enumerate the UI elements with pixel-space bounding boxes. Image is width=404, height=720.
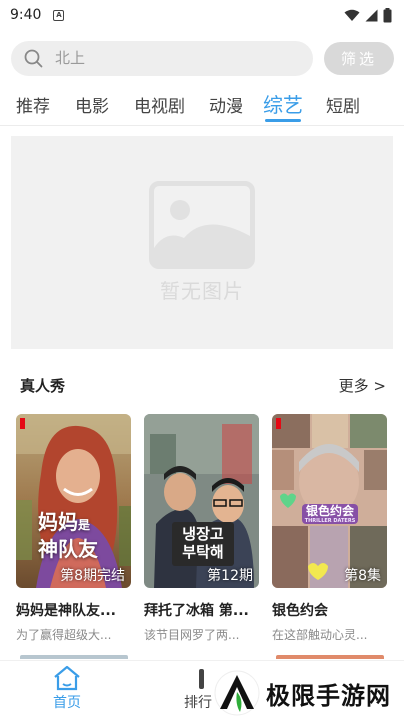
banner-placeholder-text: 暂无图片 xyxy=(160,279,244,303)
search-input[interactable] xyxy=(55,49,275,67)
image-placeholder-icon xyxy=(149,181,255,269)
content-card[interactable]: 냉장고 부탁해 第12期 拜托了冰箱 第... 该节目网罗了两... xyxy=(144,414,259,643)
more-link[interactable]: 更多 > xyxy=(339,375,386,396)
category-tabs: 推荐 电影 电视剧 动漫 综艺 短剧 xyxy=(0,86,404,126)
card-title[interactable]: 拜托了冰箱 第... xyxy=(144,600,259,620)
search-row: 筛选 xyxy=(11,40,394,76)
poster-image[interactable]: 银色约会 THRILLER DATERS 第8集 xyxy=(272,414,387,588)
card-description: 在这部触动心灵... xyxy=(272,628,368,642)
episode-badge: 第8集 xyxy=(344,568,381,584)
tab-tv-series[interactable]: 电视剧 xyxy=(134,92,185,117)
content-card[interactable]: 银色约会 THRILLER DATERS 第8集 银色约会 在这部触动心灵... xyxy=(272,414,387,643)
wifi-icon xyxy=(344,9,360,21)
tab-recommend[interactable]: 推荐 xyxy=(16,92,50,117)
card-description: 该节目网罗了两... xyxy=(144,628,240,642)
battery-icon xyxy=(383,7,392,22)
search-icon xyxy=(24,49,43,67)
episode-badge: 第12期 xyxy=(207,568,253,584)
search-box[interactable] xyxy=(11,40,313,76)
brand-logo-icon xyxy=(214,670,260,716)
status-time: 9:40 xyxy=(10,7,42,23)
section-title: 真人秀 xyxy=(20,376,66,395)
watermark-text: 极限手游网 xyxy=(266,680,391,710)
card-title[interactable]: 妈妈是神队友... xyxy=(16,600,131,620)
poster-image[interactable]: 냉장고 부탁해 第12期 xyxy=(144,414,259,588)
filter-button[interactable]: 筛选 xyxy=(324,41,394,75)
ranking-icon xyxy=(199,669,204,689)
card-description: 为了赢得超级大... xyxy=(16,628,112,642)
nav-home[interactable]: 首页 xyxy=(51,665,83,712)
signal-icon xyxy=(365,9,378,21)
poster-image[interactable]: 妈妈是 神队友 第8期完结 xyxy=(16,414,131,588)
poster-title-art: 냉장고 부탁해 xyxy=(182,525,224,561)
poster-title-art: 银色约会 THRILLER DATERS xyxy=(304,504,356,524)
watermark: 极限手游网 xyxy=(214,666,404,720)
banner[interactable]: 暂无图片 xyxy=(11,136,393,349)
section-header: 真人秀 更多 > xyxy=(20,374,386,396)
tab-anime[interactable]: 动漫 xyxy=(209,92,243,117)
active-tab-indicator xyxy=(265,119,301,122)
netflix-logo-icon xyxy=(276,418,281,429)
poster-title-art: 妈妈是 神队友 xyxy=(38,510,98,561)
tab-movies[interactable]: 电影 xyxy=(75,92,109,117)
home-icon xyxy=(54,665,80,691)
next-row-peek xyxy=(276,655,384,659)
episode-badge: 第8期完结 xyxy=(60,568,125,584)
nav-ranking[interactable]: 排行 xyxy=(184,665,212,712)
status-bar: 9:40 A xyxy=(0,0,404,30)
notification-icon: A xyxy=(53,9,65,21)
content-cards: 妈妈是 神队友 第8期完结 妈妈是神队友... 为了赢得超级大... 냉장고 부… xyxy=(0,414,404,654)
card-title[interactable]: 银色约会 xyxy=(272,600,387,620)
nav-label-home: 首页 xyxy=(53,695,81,711)
tab-short-drama[interactable]: 短剧 xyxy=(326,92,360,117)
next-row-peek xyxy=(20,655,128,659)
content-card[interactable]: 妈妈是 神队友 第8期完结 妈妈是神队友... 为了赢得超级大... xyxy=(16,414,131,643)
nav-label-ranking: 排行 xyxy=(184,695,212,711)
netflix-logo-icon xyxy=(20,418,25,429)
tab-variety[interactable]: 综艺 xyxy=(263,89,303,118)
